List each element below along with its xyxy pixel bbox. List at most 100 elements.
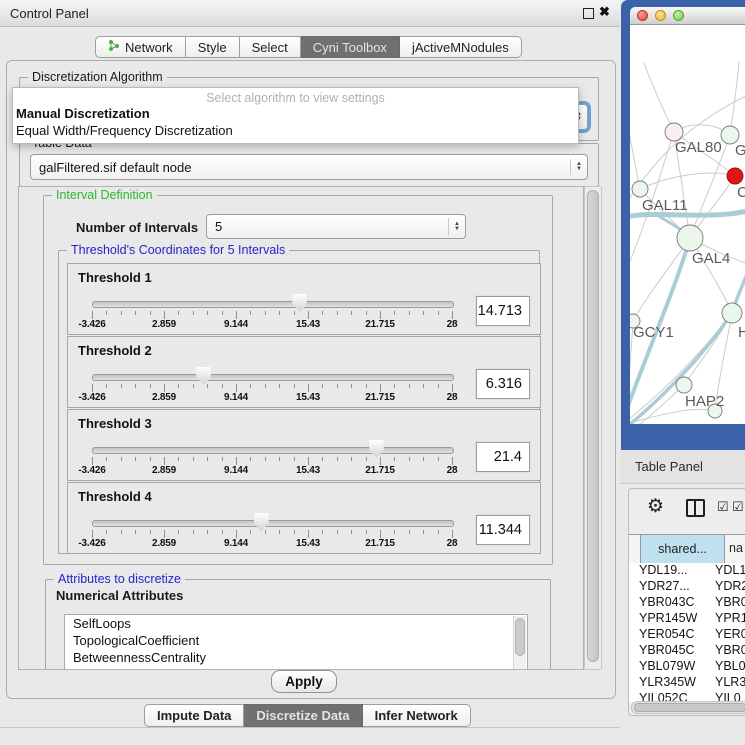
number-of-intervals-label: Number of Intervals xyxy=(76,220,198,235)
table-data-group: Table Data galFiltered.sif default node … xyxy=(19,143,599,187)
table-header-shared-name[interactable]: shared... xyxy=(640,535,725,563)
discretization-algorithm-group-title: Discretization Algorithm xyxy=(28,70,167,84)
combo-arrows-icon: ▲▼ xyxy=(570,159,587,176)
threshold-value-field[interactable]: 6.316 xyxy=(476,369,530,399)
numerical-attributes-list[interactable]: SelfLoopsTopologicalCoefficientBetweenne… xyxy=(64,614,528,670)
slider-tick-labels: -3.4262.8599.14415.4321.71528 xyxy=(92,319,452,331)
bottom-tab-infer-network[interactable]: Infer Network xyxy=(363,704,471,727)
cell-shared-name: YBR045C xyxy=(629,643,715,659)
tab-label: Cyni Toolbox xyxy=(313,40,387,55)
tab-cyni-toolbox[interactable]: Cyni Toolbox xyxy=(301,36,400,58)
attributes-group: Attributes to discretize Numerical Attri… xyxy=(45,579,551,670)
threshold-box-4: Threshold 4-3.4262.8599.14415.4321.71528… xyxy=(67,482,541,554)
tab-label: Infer Network xyxy=(375,708,458,723)
attribute-item-selfloops[interactable]: SelfLoops xyxy=(65,615,527,632)
table-row[interactable]: YLR345WYLR3 xyxy=(629,675,745,691)
slider-track[interactable] xyxy=(92,374,454,381)
thresholds-group-title: Threshold's Coordinates for 5 Intervals xyxy=(67,243,289,257)
scrollbar-thumb[interactable] xyxy=(587,190,599,662)
close-icon[interactable]: ✖ xyxy=(599,4,610,20)
network-edge[interactable] xyxy=(644,63,674,132)
cell-shared-name: YDL19... xyxy=(629,563,715,579)
table-body: YDL19...YDL1YDR27...YDR2YBR043CYBR0YPR14… xyxy=(629,563,745,702)
network-canvas[interactable]: GAL80GACGAL11GAL4GCY1HHAP2 xyxy=(630,25,745,424)
tab-label: Network xyxy=(125,40,173,55)
zoom-traffic-light-icon[interactable] xyxy=(673,10,684,21)
network-window-titlebar[interactable] xyxy=(630,7,745,25)
slider-track[interactable] xyxy=(92,447,454,454)
algorithm-option-equal-width[interactable]: Equal Width/Frequency Discretization xyxy=(13,122,578,139)
table-row[interactable]: YER054CYER0 xyxy=(629,627,745,643)
network-node-label: H xyxy=(738,324,745,341)
network-icon xyxy=(108,39,120,55)
tab-select[interactable]: Select xyxy=(240,36,301,58)
algorithm-option-manual[interactable]: Manual Discretization xyxy=(13,105,578,122)
tab-label: Select xyxy=(252,40,288,55)
table-row[interactable]: YDR27...YDR2 xyxy=(629,579,745,595)
attributes-group-title: Attributes to discretize xyxy=(54,572,185,586)
tab-jactivemnodules[interactable]: jActiveMNodules xyxy=(400,36,522,58)
bottom-divider xyxy=(0,727,620,728)
cell-shared-name: YLR345W xyxy=(629,675,715,691)
scrollbar-thumb[interactable] xyxy=(634,703,745,712)
network-edge[interactable] xyxy=(640,173,735,189)
cell-name: YER0 xyxy=(715,627,745,643)
threshold-value-field[interactable]: 11.344 xyxy=(476,515,530,545)
settings-gear-icon[interactable]: ⚙ xyxy=(647,497,664,516)
threshold-value-field[interactable]: 21.4 xyxy=(476,442,530,472)
checkbox-icon[interactable]: ☑ xyxy=(732,500,744,513)
attribute-item-topologicalcoefficient[interactable]: TopologicalCoefficient xyxy=(65,632,527,649)
slider-ticks xyxy=(92,456,452,465)
network-node-label: GAL80 xyxy=(675,139,722,156)
slider-track[interactable] xyxy=(92,301,454,308)
tab-style[interactable]: Style xyxy=(186,36,240,58)
bottom-tabbar: Impute Data Discretize Data Infer Network xyxy=(144,704,471,727)
network-node-label: GCY1 xyxy=(633,324,674,341)
cell-name: YPR1 xyxy=(715,611,745,627)
algorithm-placeholder-option[interactable]: Select algorithm to view settings xyxy=(13,88,578,105)
slider-tick-labels: -3.4262.8599.14415.4321.71528 xyxy=(92,465,452,477)
network-node-green[interactable] xyxy=(632,181,648,197)
settings-vertical-scrollbar[interactable] xyxy=(584,186,602,670)
tab-network[interactable]: Network xyxy=(95,36,186,58)
threshold-box-3: Threshold 3-3.4262.8599.14415.4321.71528… xyxy=(67,409,541,481)
slider-ticks xyxy=(92,383,452,392)
table-header-name[interactable]: na xyxy=(729,541,743,555)
table-row[interactable]: YBL079WYBL0 xyxy=(629,659,745,675)
float-window-icon[interactable] xyxy=(583,8,594,19)
network-node-red[interactable] xyxy=(727,168,743,184)
threshold-value-field[interactable]: 14.713 xyxy=(476,296,530,326)
network-node-green[interactable] xyxy=(722,303,742,323)
close-traffic-light-icon[interactable] xyxy=(637,10,648,21)
slider-track[interactable] xyxy=(92,520,454,527)
attribute-item-betweennesscentrality[interactable]: BetweennessCentrality xyxy=(65,649,527,666)
table-row[interactable]: YBR045CYBR0 xyxy=(629,643,745,659)
cell-name: YBL0 xyxy=(715,659,745,675)
table-row[interactable]: YDL19...YDL1 xyxy=(629,563,745,579)
interval-definition-group-title: Interval Definition xyxy=(52,188,157,202)
table-row[interactable]: YBR043CYBR0 xyxy=(629,595,745,611)
network-node-label: HAP2 xyxy=(685,393,724,410)
network-node-green[interactable] xyxy=(676,377,692,393)
checkbox-icon[interactable]: ☑ xyxy=(717,500,729,513)
numerical-attributes-label: Numerical Attributes xyxy=(56,588,183,603)
table-row[interactable]: YPR145WYPR1 xyxy=(629,611,745,627)
bottom-tab-discretize-data[interactable]: Discretize Data xyxy=(244,704,362,727)
minimize-traffic-light-icon[interactable] xyxy=(655,10,666,21)
network-edge[interactable] xyxy=(630,121,640,189)
bottom-tab-impute-data[interactable]: Impute Data xyxy=(144,704,244,727)
number-of-intervals-combobox[interactable]: 5 ▲▼ xyxy=(206,214,466,239)
attributes-list-scrollbar[interactable] xyxy=(513,616,526,670)
network-edge[interactable] xyxy=(730,61,739,135)
table-horizontal-scrollbar[interactable] xyxy=(631,701,745,714)
algorithm-dropdown-popup: Select algorithm to view settings Manual… xyxy=(12,87,579,144)
tab-label: Discretize Data xyxy=(256,708,349,723)
cell-shared-name: YBL079W xyxy=(629,659,715,675)
network-node-green[interactable] xyxy=(677,225,703,251)
columns-icon[interactable] xyxy=(686,499,705,517)
cell-shared-name: YPR145W xyxy=(629,611,715,627)
cell-name: YLR3 xyxy=(715,675,745,691)
apply-button[interactable]: Apply xyxy=(271,670,337,693)
table-data-combobox[interactable]: galFiltered.sif default node ▲▼ xyxy=(30,154,588,180)
network-edge[interactable] xyxy=(633,238,690,321)
